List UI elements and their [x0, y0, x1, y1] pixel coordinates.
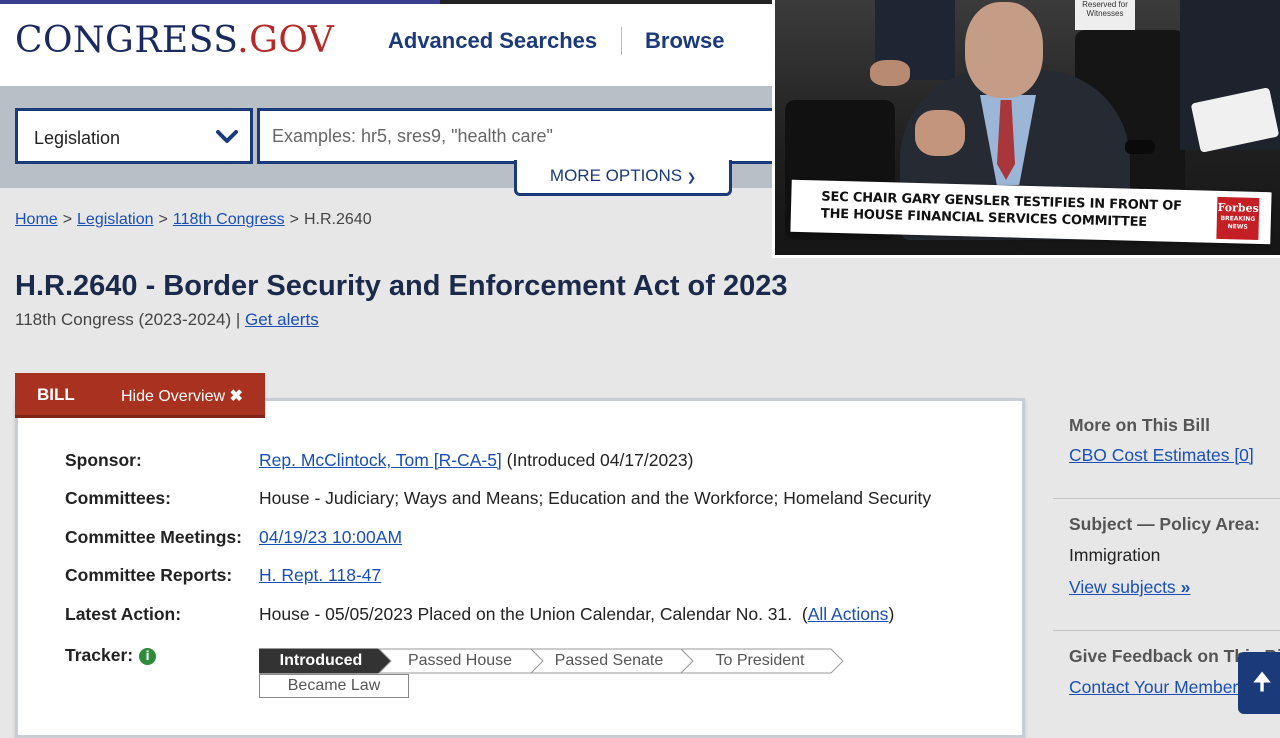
breadcrumb-legislation[interactable]: Legislation: [77, 211, 154, 228]
arrow-up-icon: 🠉: [1252, 668, 1272, 696]
view-subjects-link[interactable]: View subjects »: [1069, 577, 1190, 598]
bill-tab-label: BILL: [37, 385, 75, 404]
congress-gov-logo[interactable]: CONGRESS.GOV: [15, 20, 334, 61]
bill-tracker: Introduced Passed House Passed Senate To…: [259, 648, 879, 708]
video-nameplate: Reserved for Witnesses: [1075, 0, 1135, 30]
sponsor-value: Rep. McClintock, Tom [R-CA-5] (Introduce…: [259, 450, 693, 471]
committee-meetings-label: Committee Meetings:: [65, 527, 242, 547]
collection-select-value: Legislation: [34, 128, 121, 148]
nav-divider: [621, 27, 622, 55]
breadcrumb-separator: >: [158, 211, 168, 228]
logo-gov-text: GOV: [249, 20, 335, 61]
all-actions-link[interactable]: All Actions: [808, 604, 889, 624]
sponsor-link[interactable]: Rep. McClintock, Tom [R-CA-5]: [259, 450, 502, 470]
info-icon[interactable]: i: [139, 648, 157, 665]
view-subjects-label: View subjects: [1069, 577, 1176, 597]
committee-report-link[interactable]: H. Rept. 118-47: [259, 565, 381, 585]
forbes-brand: Forbes: [1217, 200, 1259, 215]
breadcrumb: Home > Legislation >118th Congress > H.R.2640: [15, 211, 372, 229]
collection-select[interactable]: Legislation: [15, 108, 253, 164]
committees-value: House - Judiciary; Ways and Means; Educa…: [259, 488, 932, 508]
latest-action-value: House - 05/05/2023 Placed on the Union C…: [259, 604, 895, 624]
tracker-step-to-president: To President: [715, 652, 805, 669]
breadcrumb-home[interactable]: Home: [15, 211, 58, 228]
forbes-logo: Forbes BREAKING NEWS: [1216, 196, 1260, 240]
contact-member-link[interactable]: Contact Your Member: [1069, 677, 1238, 698]
video-speaker-hand: [915, 110, 965, 156]
bill-overview-card: Sponsor: Rep. McClintock, Tom [R-CA-5] (…: [15, 398, 1025, 738]
tracker-step-passed-house: Passed House: [407, 652, 513, 669]
header-accent-bar: [0, 0, 440, 4]
more-options-button[interactable]: MORE OPTIONS ❯: [514, 160, 732, 196]
breadcrumb-current: H.R.2640: [304, 211, 372, 228]
bill-subtitle: 118th Congress (2023-2024) | Get alerts: [15, 310, 319, 330]
more-on-bill-heading: More on This Bill: [1069, 415, 1210, 435]
latest-action-label: Latest Action:: [65, 604, 182, 624]
committee-reports-label: Committee Reports:: [65, 565, 233, 585]
video-caption: SEC CHAIR GARY GENSLER TESTIFIES IN FRON…: [820, 189, 1182, 231]
committee-meetings-value: 04/19/23 10:00AM: [259, 527, 402, 548]
hide-overview-button[interactable]: Hide Overview ✖: [121, 386, 243, 406]
congress-session: 118th Congress (2023-2024): [15, 310, 232, 329]
double-chevron-right-icon: »: [1180, 577, 1191, 597]
scroll-to-top-button[interactable]: 🠉: [1238, 652, 1280, 714]
close-icon: ✖: [229, 388, 243, 405]
page-title: H.R.2640 - Border Security and Enforceme…: [15, 270, 788, 302]
get-alerts-link[interactable]: Get alerts: [245, 310, 319, 329]
logo-main-text: CONGRESS: [15, 20, 238, 61]
sidebar-divider: [1053, 630, 1280, 631]
video-hand: [870, 60, 910, 86]
breadcrumb-separator: >: [289, 211, 299, 228]
logo-dot: .: [237, 20, 250, 61]
tracker-step-introduced: Introduced: [279, 652, 363, 669]
video-speaker-head: [965, 2, 1043, 98]
nameplate-text: Reserved for Witnesses: [1082, 0, 1128, 18]
latest-action-text: House - 05/05/2023 Placed on the Union C…: [259, 604, 793, 624]
committee-reports-value: H. Rept. 118-47: [259, 565, 381, 586]
forbes-breaking-news: BREAKING NEWS: [1220, 214, 1256, 231]
sidebar-divider: [1053, 498, 1280, 499]
breadcrumb-separator: >: [62, 211, 73, 228]
search-input[interactable]: [257, 108, 797, 164]
tracker-step-passed-senate: Passed Senate: [554, 652, 664, 669]
chevron-down-icon: ❯: [686, 172, 697, 184]
hide-overview-label: Hide Overview: [121, 388, 226, 405]
committee-meeting-link[interactable]: 04/19/23 10:00AM: [259, 527, 402, 547]
header-accent-bar-dark: [440, 0, 780, 4]
tracker-label-wrap: Tracker: i: [65, 645, 157, 666]
tracker-step-became-law: Became Law: [259, 674, 409, 698]
video-microphone: [1125, 140, 1155, 154]
bill-tab: BILL Hide Overview ✖: [15, 373, 265, 418]
committees-label: Committees:: [65, 488, 171, 508]
breadcrumb-congress[interactable]: 118th Congress: [173, 211, 285, 228]
policy-area-value: Immigration: [1069, 545, 1161, 565]
chevron-down-icon: [216, 130, 238, 143]
nav-browse[interactable]: Browse: [645, 28, 724, 54]
sponsor-label: Sponsor:: [65, 450, 142, 470]
nav-advanced-searches[interactable]: Advanced Searches: [388, 28, 597, 54]
tracker-label: Tracker:: [65, 645, 134, 665]
subtitle-separator: |: [235, 310, 241, 329]
more-options-label: MORE OPTIONS: [549, 166, 683, 185]
cbo-cost-estimates-link[interactable]: CBO Cost Estimates [0]: [1069, 445, 1254, 466]
subject-policy-heading: Subject — Policy Area:: [1069, 514, 1260, 534]
video-overlay: Reserved for Witnesses SEC CHAIR GARY GE…: [772, 0, 1280, 258]
sponsor-introduced: (Introduced 04/17/2023): [506, 450, 694, 470]
